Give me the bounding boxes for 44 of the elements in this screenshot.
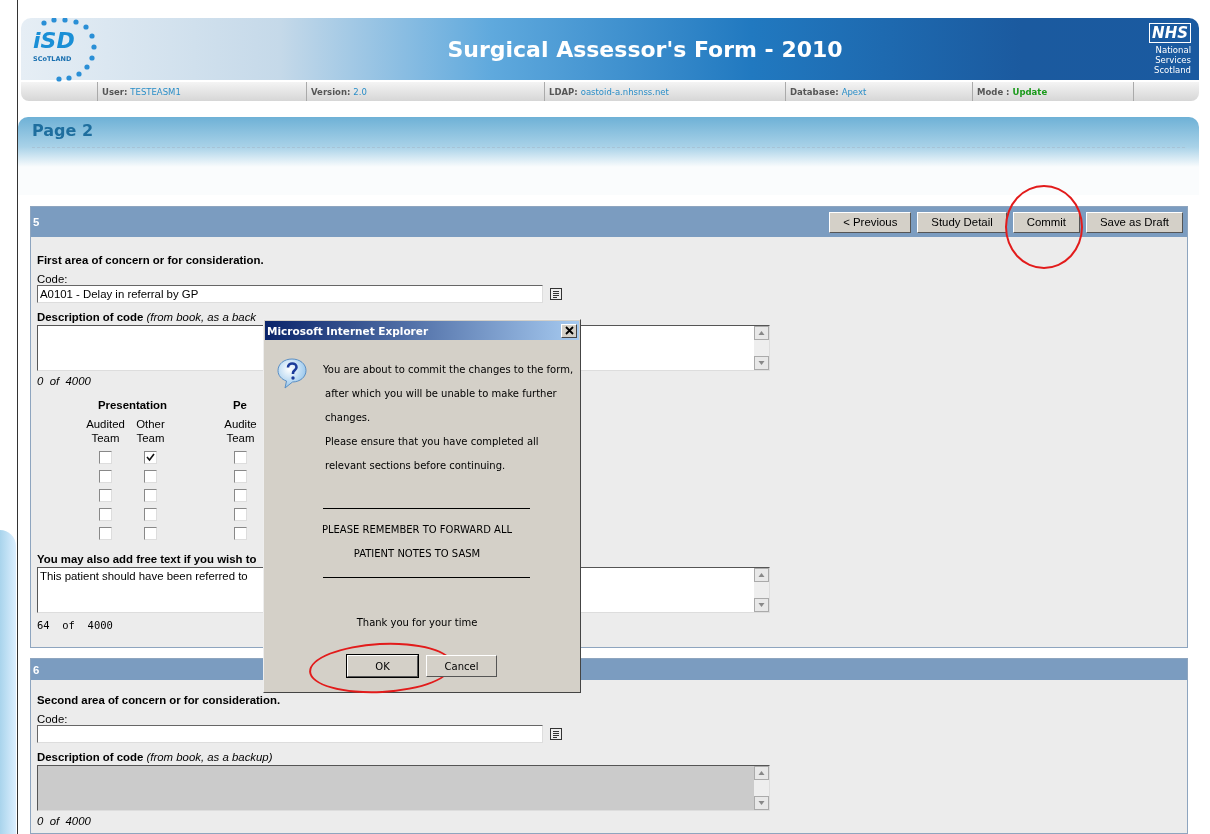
field-label: Code: (37, 273, 69, 285)
field-label: Description of code (from book, as a back (37, 311, 258, 323)
info-value: Update (1012, 86, 1048, 97)
page-header-title: Surgical Assessor's Form - 2010 (446, 36, 844, 62)
info-value: TESTEASM1 (130, 86, 181, 97)
info-value: Apext (841, 86, 867, 97)
page-title: Page 2 (32, 121, 95, 140)
info-label: Database: (790, 86, 839, 97)
character-counter: 0 of 4000 (37, 815, 91, 827)
dialog-notice: PLEASE REMEMBER TO FORWARD ALL (320, 523, 514, 537)
field-label: Description of code (from book, as a backup) (37, 751, 274, 763)
info-value: oastoid-a.nhsnss.net (580, 86, 669, 97)
section-heading: Second area of concern or for consideration. (37, 694, 281, 706)
info-label: Version: (311, 86, 351, 97)
column-label: Other Team (135, 417, 166, 445)
field-label: Code: (37, 713, 69, 725)
section-heading: First area of concern or for consideration. (37, 254, 264, 266)
dialog-message: changes. (324, 411, 372, 425)
info-value: 2.0 (353, 86, 367, 97)
dialog-notice: PATIENT NOTES TO SASM (352, 547, 482, 561)
info-label: LDAP: (549, 86, 578, 97)
logo-text: iSD (33, 28, 75, 53)
section-number: 5 (33, 216, 40, 228)
info-label: User: (102, 86, 128, 97)
org-name-line: National (1155, 45, 1191, 55)
info-label: Mode : (977, 86, 1010, 97)
dialog-footer-text: Thank you for your time (355, 616, 479, 630)
character-counter: 64 of 4000 (37, 619, 113, 631)
group-title: Pe (232, 399, 248, 411)
org-name-line: Services (1155, 55, 1191, 65)
dialog-message: relevant sections before continuing. (324, 459, 507, 473)
field-value: This patient should have been referred to (40, 570, 248, 582)
group-title: Presentation (97, 399, 168, 411)
org-name-line: Scotland (1154, 65, 1191, 75)
column-label: Audited Team (85, 417, 126, 445)
org-logo-text: NHS (1149, 23, 1191, 43)
dialog-title: Microsoft Internet Explorer (267, 324, 429, 337)
dialog-message: You are about to commit the changes to the form, (323, 363, 574, 377)
field-label: You may also add free text if you wish to (37, 553, 257, 565)
dialog-message: after which you will be unable to make further (324, 387, 558, 401)
column-label: Audite Team (223, 417, 258, 445)
character-counter: 0 of 4000 (37, 375, 91, 387)
section-number: 6 (33, 663, 40, 676)
dialog-message: Please ensure that you have completed all (324, 435, 540, 449)
